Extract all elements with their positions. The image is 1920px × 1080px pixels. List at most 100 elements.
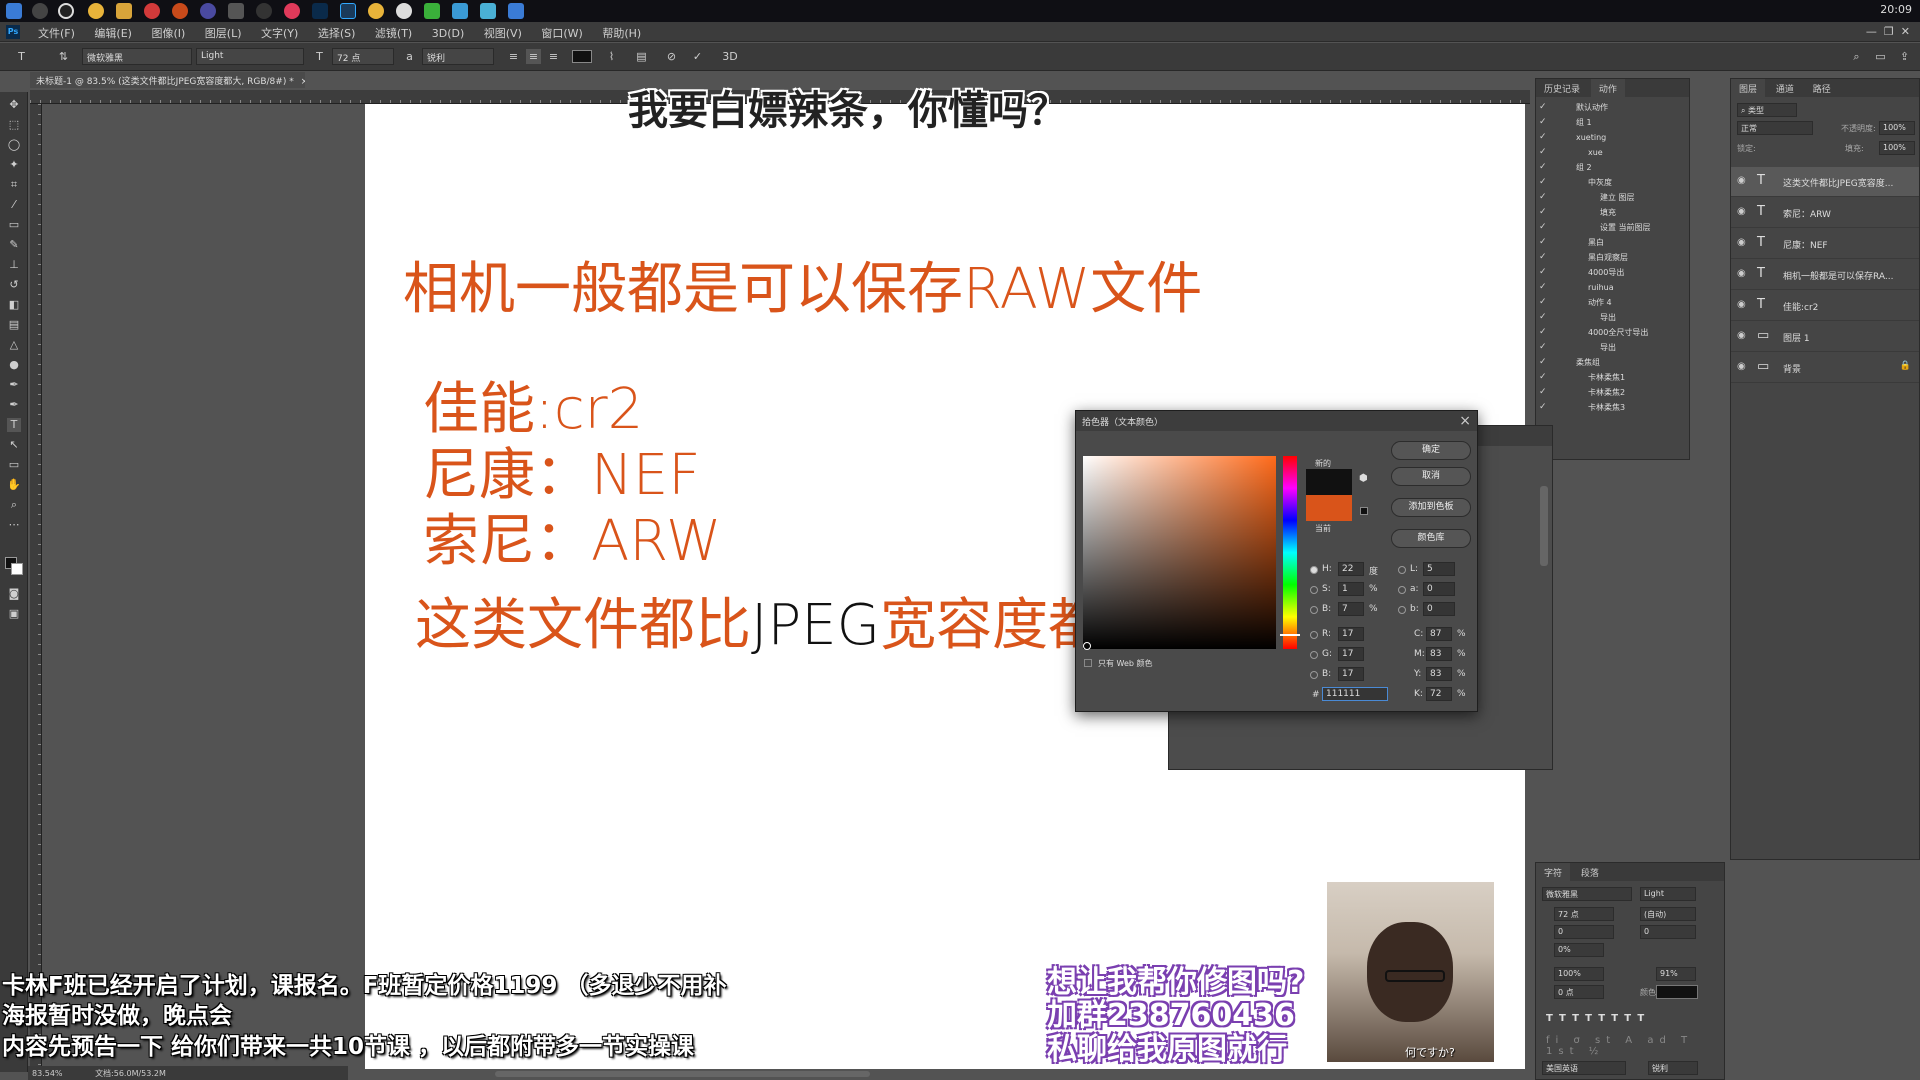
char-font-family[interactable]: 微软雅黑 <box>1542 887 1632 901</box>
align-left-icon[interactable]: ≡ <box>506 49 521 64</box>
dodge-tool-icon[interactable]: ● <box>7 358 21 372</box>
hand-tool-icon[interactable]: ✋ <box>7 478 21 492</box>
menu-filter[interactable]: 滤镜(T) <box>367 22 420 44</box>
task-view-icon[interactable] <box>58 3 74 19</box>
action-row[interactable]: ✓ 卡林柔焦2 <box>1536 385 1689 400</box>
background-color-swatch[interactable] <box>11 563 23 575</box>
app-icon-purple[interactable] <box>200 3 216 19</box>
layer-name[interactable]: 这类文件都比JPEG宽容度... <box>1783 176 1893 189</box>
char-panel-toggle-icon[interactable]: ▤ <box>634 49 649 64</box>
layer-name[interactable]: 索尼：ARW <box>1783 207 1831 220</box>
layer-row[interactable]: ◉ ▭ 背景 🔒 <box>1731 353 1919 383</box>
action-enabled-check-icon[interactable]: ✓ <box>1539 175 1547 190</box>
radio-r[interactable] <box>1310 631 1318 639</box>
move-tool-icon[interactable]: ✥ <box>7 98 21 112</box>
marquee-tool-icon[interactable]: ⬚ <box>7 118 21 132</box>
history-brush-icon[interactable]: ↺ <box>7 278 21 292</box>
layer-name[interactable]: 图层 1 <box>1783 331 1810 344</box>
layer-row[interactable]: ◉ T 这类文件都比JPEG宽容度... <box>1731 167 1919 197</box>
action-enabled-check-icon[interactable]: ✓ <box>1539 160 1547 175</box>
char-style-buttons[interactable]: TTTTTTTT <box>1546 1013 1650 1024</box>
menu-help[interactable]: 帮助(H) <box>594 22 649 44</box>
app-icon-cyan[interactable] <box>480 3 496 19</box>
blend-mode-select[interactable]: 正常 <box>1737 121 1813 135</box>
field-a[interactable]: 0 <box>1423 582 1455 596</box>
layer-name[interactable]: 背景 <box>1783 362 1801 375</box>
zoom-tool-icon[interactable]: ⌕ <box>7 498 21 512</box>
char-leading[interactable]: (自动) <box>1640 907 1696 921</box>
visibility-eye-icon[interactable]: ◉ <box>1737 330 1746 341</box>
action-row[interactable]: ✓ xueting <box>1536 130 1689 145</box>
radio-l[interactable] <box>1398 566 1406 574</box>
app-icon-white[interactable] <box>396 3 412 19</box>
document-tab[interactable]: 未标题-1 @ 83.5% (这类文件都比JPEG宽容度都大, RGB/8#) … <box>30 72 305 88</box>
action-enabled-check-icon[interactable]: ✓ <box>1539 295 1547 310</box>
field-y[interactable]: 83 <box>1426 667 1452 681</box>
action-enabled-check-icon[interactable]: ✓ <box>1539 235 1547 250</box>
tab-channels[interactable]: 通道 <box>1768 79 1802 98</box>
action-enabled-check-icon[interactable]: ✓ <box>1539 400 1547 415</box>
tab-character[interactable]: 字符 <box>1536 863 1571 882</box>
pen-tool-icon[interactable]: ✒ <box>7 378 21 392</box>
layer-name[interactable]: 尼康：NEF <box>1783 238 1828 251</box>
crop-tool-icon[interactable]: ⌗ <box>7 178 21 192</box>
action-enabled-check-icon[interactable]: ✓ <box>1539 355 1547 370</box>
share-icon[interactable]: ⇪ <box>1897 49 1912 64</box>
tab-history[interactable]: 历史记录 <box>1536 79 1588 98</box>
char-tsume[interactable]: 0% <box>1554 943 1604 957</box>
action-row[interactable]: ✓ 中灰度 <box>1536 175 1689 190</box>
canvas-text-sony[interactable]: 索尼：ARW <box>423 496 721 577</box>
action-row[interactable]: ✓ 黑白 <box>1536 235 1689 250</box>
action-row[interactable]: ✓ 默认动作 <box>1536 100 1689 115</box>
photoshop-taskbar-icon[interactable] <box>312 3 328 19</box>
field-lab-b[interactable]: 0 <box>1423 602 1455 616</box>
eyedropper-icon[interactable]: ⁄ <box>7 198 21 212</box>
action-enabled-check-icon[interactable]: ✓ <box>1539 130 1547 145</box>
action-row[interactable]: ✓ 4000导出 <box>1536 265 1689 280</box>
app-icon-dark[interactable] <box>256 3 272 19</box>
cancel-edit-icon[interactable]: ⊘ <box>664 49 679 64</box>
out-of-gamut-warning-icon[interactable]: ⬢ <box>1359 473 1368 484</box>
action-row[interactable]: ✓ xue <box>1536 145 1689 160</box>
layer-name[interactable]: 佳能:cr2 <box>1783 300 1818 313</box>
color-libraries-button[interactable]: 颜色库 <box>1391 529 1471 548</box>
field-s[interactable]: 1 <box>1338 582 1364 596</box>
action-row[interactable]: ✓ 填充 <box>1536 205 1689 220</box>
action-row[interactable]: ✓ 动作 4 <box>1536 295 1689 310</box>
field-c[interactable]: 87 <box>1426 627 1452 641</box>
gradient-tool-icon[interactable]: ▤ <box>7 318 21 332</box>
zoom-level[interactable]: 83.54% <box>32 1069 63 1078</box>
close-icon[interactable]: × <box>1459 413 1471 429</box>
action-enabled-check-icon[interactable]: ✓ <box>1539 115 1547 130</box>
curvature-pen-icon[interactable]: ✒ <box>7 398 21 412</box>
type-tool-icon[interactable]: T <box>7 418 21 432</box>
path-select-icon[interactable]: ↖ <box>7 438 21 452</box>
action-enabled-check-icon[interactable]: ✓ <box>1539 370 1547 385</box>
radio-h[interactable] <box>1310 566 1318 574</box>
ok-button[interactable]: 确定 <box>1391 441 1471 460</box>
visibility-eye-icon[interactable]: ◉ <box>1737 175 1746 186</box>
action-row[interactable]: ✓ 卡林柔焦3 <box>1536 400 1689 415</box>
text-orientation-icon[interactable]: ⇅ <box>56 49 71 64</box>
cancel-button[interactable]: 取消 <box>1391 467 1471 486</box>
char-horizontal-scale[interactable]: 91% <box>1656 967 1696 981</box>
patch-tool-icon[interactable]: ▭ <box>7 218 21 232</box>
web-safe-swatch[interactable] <box>1360 507 1368 515</box>
menu-image[interactable]: 图像(I) <box>143 22 193 44</box>
chrome-icon[interactable] <box>88 3 104 19</box>
tab-actions[interactable]: 动作 <box>1590 79 1625 98</box>
eraser-tool-icon[interactable]: ◧ <box>7 298 21 312</box>
photoshop-logo-icon[interactable]: Ps <box>6 25 20 39</box>
canvas-text-line1[interactable]: 相机一般都是可以保存RAW文件 <box>403 244 1202 325</box>
layer-row[interactable]: ◉ T 索尼：ARW <box>1731 198 1919 228</box>
search-icon[interactable] <box>32 3 48 19</box>
char-antialias[interactable]: 锐利 <box>1648 1061 1698 1075</box>
action-enabled-check-icon[interactable]: ✓ <box>1539 340 1547 355</box>
folder-icon[interactable] <box>116 3 132 19</box>
quick-mask-icon[interactable]: ◙ <box>7 587 21 601</box>
hue-slider[interactable] <box>1280 456 1300 649</box>
visibility-eye-icon[interactable]: ◉ <box>1737 361 1746 372</box>
app-icon-orange[interactable] <box>172 3 188 19</box>
visibility-eye-icon[interactable]: ◉ <box>1737 237 1746 248</box>
action-row[interactable]: ✓ 导出 <box>1536 310 1689 325</box>
